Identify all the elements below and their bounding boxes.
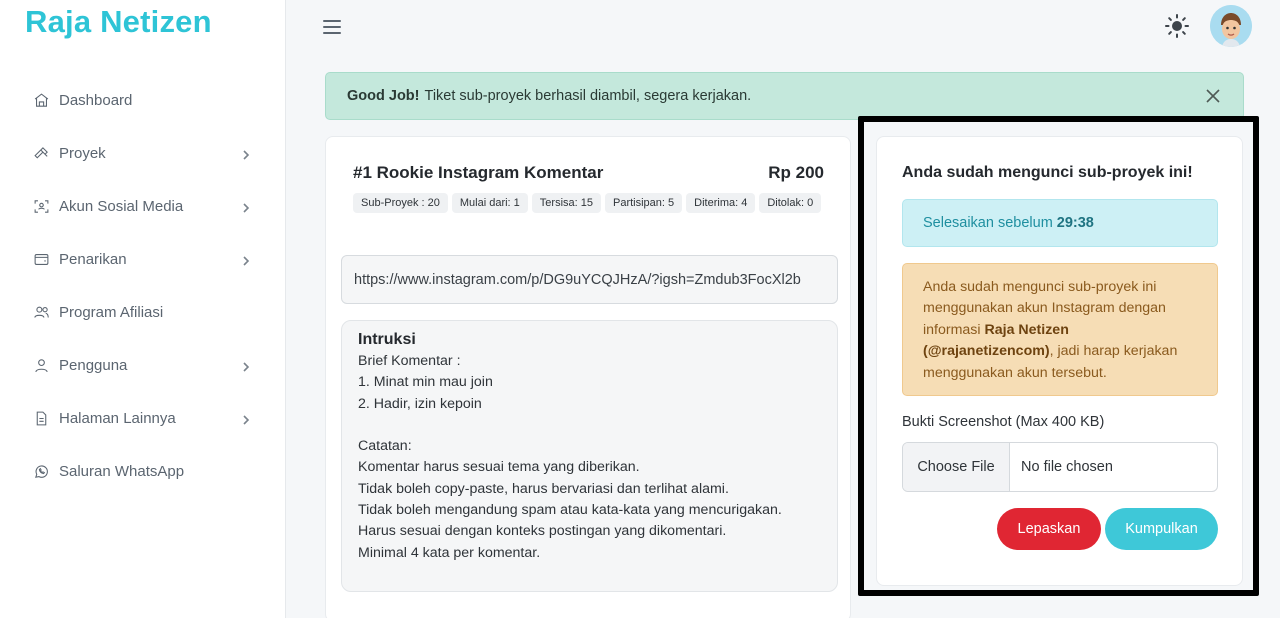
task-card: #1 Rookie Instagram Komentar Rp 200 Sub-…: [325, 136, 851, 618]
sidebar-item-program-afiliasi[interactable]: Program Afiliasi: [0, 286, 286, 339]
badge-ditolak: Ditolak: 0: [759, 193, 822, 213]
close-icon[interactable]: [1203, 86, 1223, 106]
screenshot-label: Bukti Screenshot (Max 400 KB): [902, 414, 1105, 430]
sidebar-item-label: Penarikan: [59, 251, 127, 268]
file-text-icon: [32, 410, 50, 428]
home-icon: [32, 92, 50, 110]
scan-user-icon: [32, 198, 50, 216]
sidebar-nav: Dashboard Proyek Akun Sosial Media Penar…: [0, 74, 286, 498]
sidebar-item-pengguna[interactable]: Pengguna: [0, 339, 286, 392]
sidebar-item-label: Dashboard: [59, 92, 133, 109]
sidebar-item-halaman-lainnya[interactable]: Halaman Lainnya: [0, 392, 286, 445]
sidebar-item-akun-sosial-media[interactable]: Akun Sosial Media: [0, 180, 286, 233]
sidebar-item-saluran-whatsapp[interactable]: Saluran WhatsApp: [0, 445, 286, 498]
user-avatar[interactable]: [1210, 5, 1252, 47]
wallet-icon: [32, 251, 50, 269]
task-title: #1 Rookie Instagram Komentar: [353, 163, 604, 182]
whatsapp-icon: [32, 463, 50, 481]
sidebar-item-label: Proyek: [59, 145, 106, 162]
users-icon: [32, 304, 50, 322]
release-button[interactable]: Lepaskan: [997, 508, 1101, 550]
account-warning: Anda sudah mengunci sub-proyek ini mengg…: [902, 263, 1218, 396]
top-header: [286, 0, 1280, 62]
instruction-box: Intruksi Brief Komentar : 1. Minat min m…: [341, 320, 838, 592]
sidebar-item-label: Halaman Lainnya: [59, 410, 176, 427]
submit-button[interactable]: Kumpulkan: [1105, 508, 1218, 550]
sidebar-item-label: Program Afiliasi: [59, 304, 164, 321]
task-url-field[interactable]: https://www.instagram.com/p/DG9uYCQJHzA/…: [341, 255, 838, 304]
badge-sub-proyek: Sub-Proyek : 20: [353, 193, 448, 213]
chevron-right-icon: [240, 254, 252, 266]
task-badges: Sub-Proyek : 20 Mulai dari: 1 Tersisa: 1…: [353, 193, 833, 213]
file-status: No file chosen: [1021, 459, 1113, 475]
choose-file-button[interactable]: Choose File: [903, 443, 1010, 491]
menu-toggle-icon[interactable]: [322, 17, 344, 37]
timer-label: Selesaikan sebelum: [923, 215, 1053, 231]
alert-bold-text: Good Job!: [347, 88, 420, 104]
user-icon: [32, 357, 50, 375]
sidebar-item-label: Akun Sosial Media: [59, 198, 184, 215]
sidebar-item-label: Pengguna: [59, 357, 128, 374]
sidebar-item-dashboard[interactable]: Dashboard: [0, 74, 286, 127]
alert-message: Tiket sub-proyek berhasil diambil, seger…: [424, 88, 752, 104]
task-price: Rp 200: [768, 163, 824, 182]
chevron-right-icon: [240, 201, 252, 213]
sidebar: Raja Netizen Dashboard Proyek Akun Sosia…: [0, 0, 286, 618]
badge-diterima: Diterima: 4: [686, 193, 756, 213]
chevron-right-icon: [240, 413, 252, 425]
sidebar-item-proyek[interactable]: Proyek: [0, 127, 286, 180]
hammer-icon: [32, 145, 50, 163]
chevron-right-icon: [240, 148, 252, 160]
screenshot-file-input[interactable]: Choose File No file chosen: [902, 442, 1218, 492]
badge-tersisa: Tersisa: 15: [531, 193, 601, 213]
lock-card: Anda sudah mengunci sub-proyek ini! Sele…: [876, 136, 1243, 586]
chevron-right-icon: [240, 360, 252, 372]
success-alert: Good Job! Tiket sub-proyek berhasil diam…: [325, 72, 1244, 120]
brand-logo-text[interactable]: Raja Netizen: [25, 4, 212, 40]
timer-value: 29:38: [1056, 215, 1094, 231]
badge-mulai-dari: Mulai dari: 1: [451, 193, 528, 213]
sidebar-item-label: Saluran WhatsApp: [59, 463, 185, 480]
instruction-body: Brief Komentar : 1. Minat min mau join 2…: [358, 353, 782, 561]
badge-partisipan: Partisipan: 5: [605, 193, 683, 213]
sidebar-item-penarikan[interactable]: Penarikan: [0, 233, 286, 286]
lock-title: Anda sudah mengunci sub-proyek ini!: [902, 164, 1193, 181]
timer-info: Selesaikan sebelum 29:38: [902, 199, 1218, 247]
theme-toggle-sun-icon[interactable]: [1164, 13, 1190, 39]
instruction-title: Intruksi: [358, 331, 416, 348]
